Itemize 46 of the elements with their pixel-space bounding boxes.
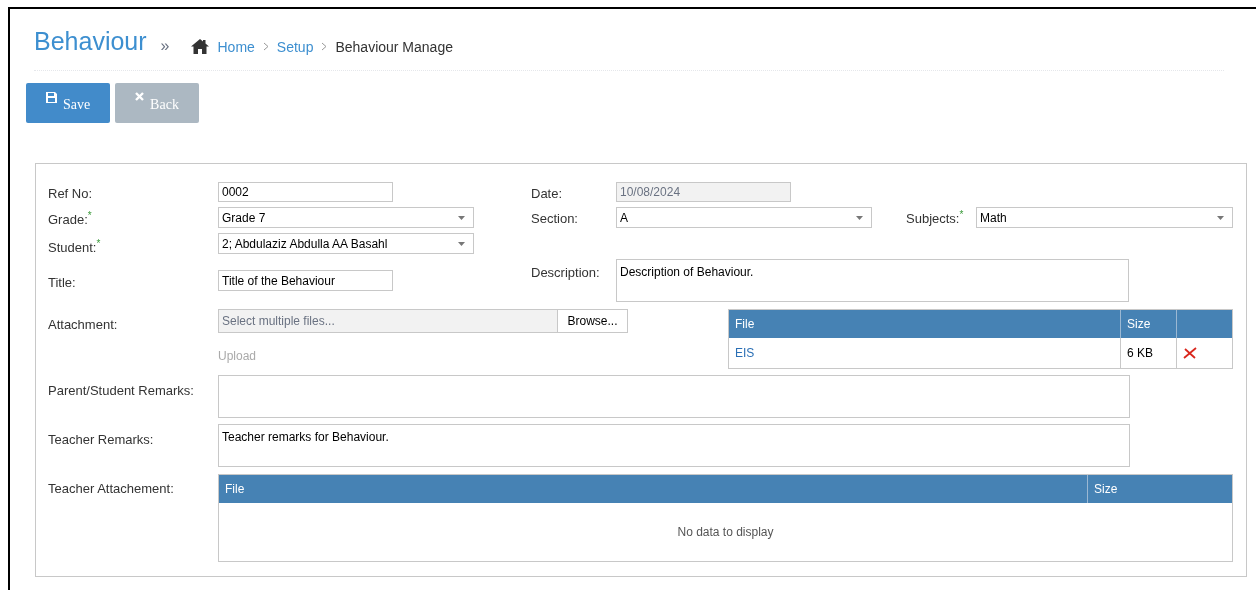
field-label: Attachment: bbox=[48, 316, 119, 334]
field-label: Date: bbox=[531, 185, 564, 204]
floppy-icon bbox=[45, 92, 57, 103]
field-label: Ref No: bbox=[48, 185, 94, 204]
breadcrumb-link[interactable]: Setup bbox=[276, 39, 314, 54]
chevron-icon bbox=[321, 42, 328, 51]
breadcrumb-current: Behaviour Manage bbox=[335, 39, 453, 54]
dropdown-field[interactable]: Math bbox=[976, 207, 1233, 228]
page-title: Behaviour bbox=[34, 29, 147, 54]
field-label: Subjects:$^{*}$ bbox=[906, 207, 965, 228]
dropdown-arrow-icon bbox=[458, 241, 465, 246]
field-label: Parent/Student Remarks: bbox=[48, 382, 195, 400]
dropdown-arrow-icon bbox=[1217, 215, 1224, 220]
field-label: Title: bbox=[48, 273, 77, 292]
empty-message: No data to display bbox=[677, 524, 774, 541]
save-button[interactable]: Save bbox=[26, 83, 110, 123]
field-label: Section: bbox=[531, 209, 579, 228]
column-header: Size bbox=[1121, 310, 1177, 338]
remarks-field[interactable] bbox=[218, 375, 1130, 418]
description-field[interactable]: Description of Behaviour. bbox=[616, 259, 1129, 302]
dropdown-field[interactable]: 2; Abdulaziz Abdulla AA Basahl bbox=[218, 233, 474, 254]
field-label: Teacher Attachement: bbox=[48, 480, 175, 498]
close-icon bbox=[135, 92, 145, 101]
breadcrumb-separator: » bbox=[160, 38, 170, 54]
text-field[interactable]: 0002 bbox=[218, 182, 393, 202]
field-label: Grade:$^{*}$ bbox=[48, 208, 93, 229]
delete-icon[interactable] bbox=[1183, 347, 1197, 359]
table-cell: 6 KB bbox=[1121, 338, 1177, 368]
dropdown-field[interactable]: Grade 7 bbox=[218, 207, 474, 228]
home-icon bbox=[191, 39, 210, 54]
browse-button[interactable]: Browse... bbox=[557, 309, 628, 333]
file-link[interactable]: EIS bbox=[729, 338, 1121, 368]
breadcrumb-link[interactable]: Home bbox=[217, 39, 255, 54]
field-label: Description: bbox=[531, 264, 601, 282]
dropdown-arrow-icon bbox=[458, 215, 465, 220]
text-field[interactable]: Title of the Behaviour bbox=[218, 270, 393, 291]
chevron-icon bbox=[262, 42, 269, 51]
dropdown-arrow-icon bbox=[856, 215, 863, 220]
remarks-field[interactable]: Teacher remarks for Behaviour. bbox=[218, 424, 1130, 467]
column-header: Size bbox=[1093, 481, 1119, 498]
file-input-field[interactable]: Select multiple files... bbox=[218, 309, 557, 333]
column-header: File bbox=[219, 475, 1088, 503]
field-label: Teacher Remarks: bbox=[48, 431, 155, 449]
field-label: Student:$^{*}$ bbox=[48, 236, 102, 257]
column-header: File bbox=[729, 310, 1121, 338]
dropdown-field[interactable]: A bbox=[616, 207, 872, 228]
